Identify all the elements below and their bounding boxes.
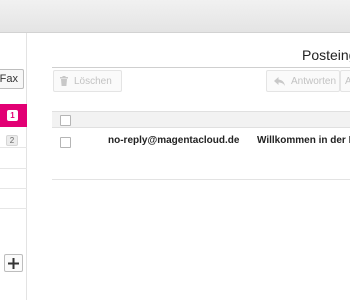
message-list-header (52, 111, 350, 128)
reply-arrow-icon (274, 76, 285, 86)
top-bar (0, 0, 350, 33)
sidebar-divider (0, 208, 27, 209)
message-list-divider (52, 179, 350, 180)
plus-icon (8, 257, 19, 269)
page-title: Posteing (302, 47, 350, 63)
fax-button-label: Fax (0, 73, 18, 85)
select-all-checkbox[interactable] (60, 115, 71, 126)
delete-button[interactable]: Löschen (53, 70, 122, 92)
sidebar-item-inbox[interactable]: 1 (0, 104, 27, 127)
unread-badge: 1 (7, 110, 18, 121)
message-sender: no-reply@magentacloud.de (108, 135, 240, 146)
reply-all-button[interactable]: A (340, 70, 350, 92)
reply-button[interactable]: Antworten (266, 70, 340, 92)
fax-button[interactable]: Fax (0, 69, 24, 89)
message-row[interactable]: no-reply@magentacloud.de Willkommen in d… (52, 129, 350, 154)
trash-icon (60, 76, 68, 86)
sidebar-divider (0, 147, 27, 148)
sidebar-divider (0, 168, 27, 169)
reply-button-label: Antworten (291, 75, 337, 87)
message-checkbox[interactable] (60, 137, 71, 148)
message-subject: Willkommen in der M (257, 135, 350, 146)
toolbar-divider (52, 67, 350, 68)
reply-all-button-label: A (345, 75, 350, 87)
add-folder-button[interactable] (4, 254, 23, 272)
delete-button-label: Löschen (74, 75, 112, 87)
sidebar-divider (0, 188, 27, 189)
folder-count-badge: 2 (6, 135, 18, 146)
